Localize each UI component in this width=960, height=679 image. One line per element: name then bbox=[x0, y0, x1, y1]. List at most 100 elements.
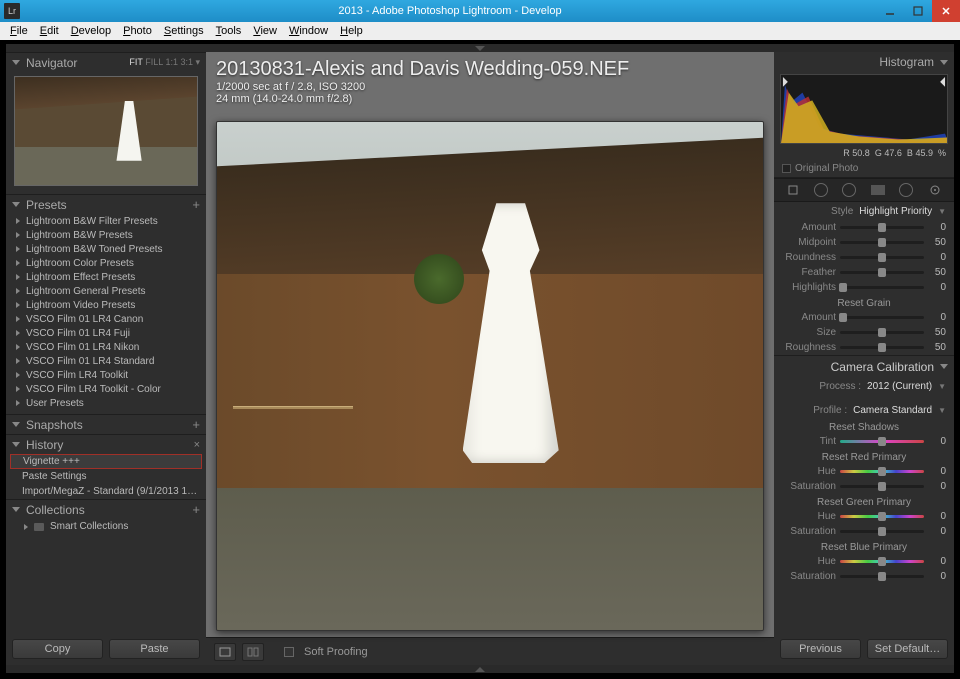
redeye-tool[interactable] bbox=[842, 183, 856, 197]
navigator-preview[interactable] bbox=[14, 76, 198, 186]
menu-develop[interactable]: Develop bbox=[65, 25, 117, 37]
menu-view[interactable]: View bbox=[247, 25, 283, 37]
slider-saturation[interactable]: Saturation0 bbox=[774, 479, 954, 494]
slider-midpoint[interactable]: Midpoint50 bbox=[774, 235, 954, 250]
slider-size[interactable]: Size50 bbox=[774, 325, 954, 340]
slider-track[interactable] bbox=[840, 515, 924, 518]
preset-folder[interactable]: Lightroom B&W Toned Presets bbox=[12, 242, 200, 256]
preset-folder[interactable]: Lightroom B&W Filter Presets bbox=[12, 214, 200, 228]
history-item[interactable]: Paste Settings bbox=[6, 469, 206, 484]
slider-thumb[interactable] bbox=[878, 328, 886, 337]
menu-tools[interactable]: Tools bbox=[210, 25, 248, 37]
cc-group-label[interactable]: Reset Blue Primary bbox=[774, 539, 954, 554]
vignette-style-row[interactable]: Style Highlight Priority ▼ bbox=[774, 202, 954, 220]
menu-photo[interactable]: Photo bbox=[117, 25, 158, 37]
slider-saturation[interactable]: Saturation0 bbox=[774, 524, 954, 539]
slider-thumb[interactable] bbox=[878, 482, 886, 491]
add-collection-button[interactable]: + bbox=[192, 502, 200, 517]
maximize-button[interactable] bbox=[904, 0, 932, 22]
slider-thumb[interactable] bbox=[878, 512, 886, 521]
gradient-tool[interactable] bbox=[870, 182, 886, 198]
slider-thumb[interactable] bbox=[878, 253, 886, 262]
slider-thumb[interactable] bbox=[878, 557, 886, 566]
navigator-header[interactable]: Navigator FIT FILL 1:1 3:1 ▾ bbox=[6, 52, 206, 72]
preset-folder[interactable]: User Presets bbox=[12, 396, 200, 410]
slider-thumb[interactable] bbox=[878, 527, 886, 536]
menu-window[interactable]: Window bbox=[283, 25, 334, 37]
slider-feather[interactable]: Feather50 bbox=[774, 265, 954, 280]
slider-tint[interactable]: Tint0 bbox=[774, 434, 954, 449]
reset-button[interactable]: Set Default… bbox=[867, 639, 948, 659]
preset-folder[interactable]: VSCO Film LR4 Toolkit bbox=[12, 368, 200, 382]
slider-thumb[interactable] bbox=[878, 572, 886, 581]
slider-track[interactable] bbox=[840, 575, 924, 578]
slider-thumb[interactable] bbox=[839, 313, 847, 322]
menu-edit[interactable]: Edit bbox=[34, 25, 65, 37]
history-header[interactable]: History × bbox=[6, 434, 206, 454]
cc-group-label[interactable]: Reset Shadows bbox=[774, 419, 954, 434]
preset-folder[interactable]: Lightroom B&W Presets bbox=[12, 228, 200, 242]
preset-folder[interactable]: VSCO Film 01 LR4 Canon bbox=[12, 312, 200, 326]
slider-track[interactable] bbox=[840, 316, 924, 319]
histogram[interactable] bbox=[780, 74, 948, 144]
slider-track[interactable] bbox=[840, 530, 924, 533]
main-photo[interactable] bbox=[216, 121, 764, 631]
cc-group-label[interactable]: Reset Red Primary bbox=[774, 449, 954, 464]
preset-folder[interactable]: VSCO Film 01 LR4 Fuji bbox=[12, 326, 200, 340]
menu-help[interactable]: Help bbox=[334, 25, 369, 37]
slider-saturation[interactable]: Saturation0 bbox=[774, 569, 954, 584]
slider-track[interactable] bbox=[840, 286, 924, 289]
preset-folder[interactable]: VSCO Film 01 LR4 Standard bbox=[12, 354, 200, 368]
slider-track[interactable] bbox=[840, 331, 924, 334]
slider-track[interactable] bbox=[840, 560, 924, 563]
presets-header[interactable]: Presets + bbox=[6, 194, 206, 214]
preset-folder[interactable]: VSCO Film LR4 Toolkit - Color bbox=[12, 382, 200, 396]
slider-hue[interactable]: Hue0 bbox=[774, 509, 954, 524]
slider-track[interactable] bbox=[840, 271, 924, 274]
spot-tool[interactable] bbox=[814, 183, 828, 197]
minimize-button[interactable] bbox=[876, 0, 904, 22]
copy-button[interactable]: Copy bbox=[12, 639, 103, 659]
add-snapshot-button[interactable]: + bbox=[192, 417, 200, 432]
slider-thumb[interactable] bbox=[878, 467, 886, 476]
slider-hue[interactable]: Hue0 bbox=[774, 464, 954, 479]
slider-thumb[interactable] bbox=[878, 268, 886, 277]
collections-header[interactable]: Collections + bbox=[6, 499, 206, 519]
paste-button[interactable]: Paste bbox=[109, 639, 200, 659]
add-preset-button[interactable]: + bbox=[192, 197, 200, 212]
profile-row[interactable]: Profile : Camera Standard ▼ bbox=[774, 401, 954, 419]
grain-section-label[interactable]: Reset Grain bbox=[774, 295, 954, 310]
slider-thumb[interactable] bbox=[878, 343, 886, 352]
slider-thumb[interactable] bbox=[839, 283, 847, 292]
clear-history-button[interactable]: × bbox=[194, 439, 200, 451]
process-row[interactable]: Process : 2012 (Current) ▼ bbox=[774, 377, 954, 395]
slider-roundness[interactable]: Roundness0 bbox=[774, 250, 954, 265]
slider-track[interactable] bbox=[840, 485, 924, 488]
slider-hue[interactable]: Hue0 bbox=[774, 554, 954, 569]
crop-tool[interactable] bbox=[785, 182, 801, 198]
slider-highlights[interactable]: Highlights0 bbox=[774, 280, 954, 295]
original-photo-toggle[interactable]: Original Photo bbox=[774, 160, 954, 178]
history-item[interactable]: Vignette +++ bbox=[10, 454, 202, 469]
preset-folder[interactable]: Lightroom Effect Presets bbox=[12, 270, 200, 284]
slider-roughness[interactable]: Roughness50 bbox=[774, 340, 954, 355]
camera-calibration-header[interactable]: Camera Calibration bbox=[774, 355, 954, 377]
slider-thumb[interactable] bbox=[878, 437, 886, 446]
top-panel-toggle[interactable] bbox=[6, 44, 954, 52]
slider-track[interactable] bbox=[840, 346, 924, 349]
loupe-view-button[interactable] bbox=[214, 643, 236, 661]
slider-track[interactable] bbox=[840, 440, 924, 443]
menu-file[interactable]: File bbox=[4, 25, 34, 37]
histogram-header[interactable]: Histogram bbox=[774, 52, 954, 72]
brush-tool[interactable] bbox=[927, 182, 943, 198]
preset-folder[interactable]: Lightroom General Presets bbox=[12, 284, 200, 298]
radial-tool[interactable] bbox=[899, 183, 913, 197]
snapshots-header[interactable]: Snapshots + bbox=[6, 414, 206, 434]
menu-settings[interactable]: Settings bbox=[158, 25, 210, 37]
close-button[interactable] bbox=[932, 0, 960, 22]
slider-track[interactable] bbox=[840, 256, 924, 259]
slider-thumb[interactable] bbox=[878, 223, 886, 232]
history-item[interactable]: Import/MegaZ - Standard (9/1/2013 1… bbox=[6, 484, 206, 499]
smart-collections-item[interactable]: Smart Collections bbox=[6, 519, 206, 534]
bottom-panel-toggle[interactable] bbox=[6, 665, 954, 673]
